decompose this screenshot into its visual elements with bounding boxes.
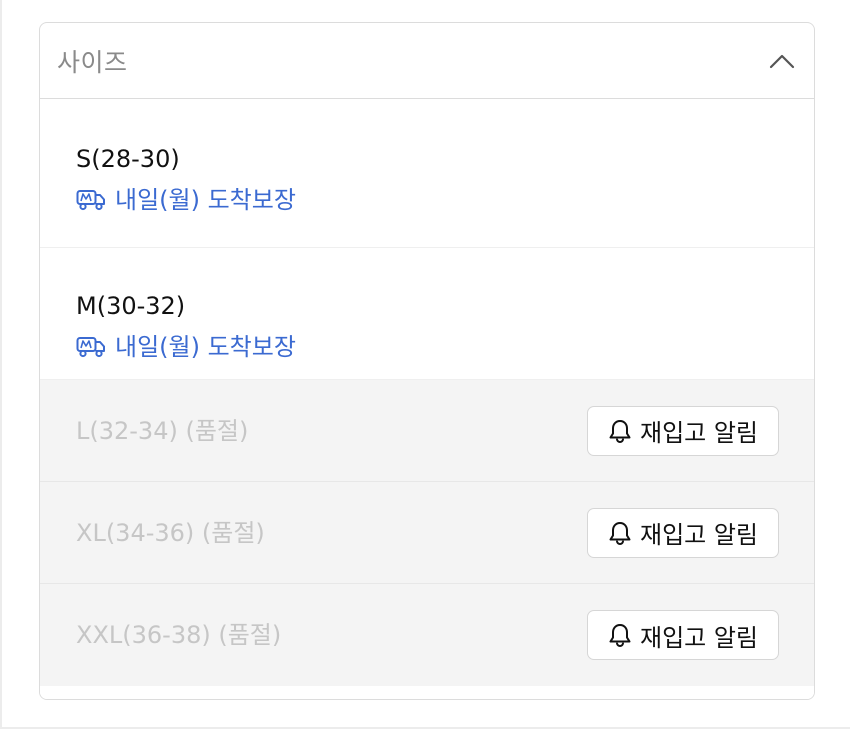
page-frame: 사이즈 S(28-30) 내일(월) 도착보장 M(30-32) 내일(월) 도… [0, 0, 850, 729]
size-option-xl: XL(34-36) (품절) 재입고 알림 [40, 482, 814, 584]
bell-icon [608, 418, 634, 444]
truck-icon [76, 335, 106, 359]
restock-alert-button[interactable]: 재입고 알림 [587, 507, 779, 558]
restock-alert-label: 재입고 알림 [639, 419, 759, 447]
size-option-m[interactable]: M(30-32) 내일(월) 도착보장 [40, 248, 814, 380]
size-dropdown-panel: 사이즈 S(28-30) 내일(월) 도착보장 M(30-32) 내일(월) 도… [39, 22, 815, 700]
size-option-xxl: XXL(36-38) (품절) 재입고 알림 [40, 584, 814, 686]
bell-icon [608, 520, 634, 546]
panel-bottom-spacer [40, 686, 814, 699]
delivery-text: 내일(월) 도착보장 [115, 186, 296, 214]
delivery-text: 내일(월) 도착보장 [115, 333, 296, 361]
size-dropdown-label: 사이즈 [57, 47, 128, 77]
size-option-l: L(32-34) (품절) 재입고 알림 [40, 380, 814, 482]
bell-icon [608, 622, 634, 648]
size-option-name: XL(34-36) (품절) [76, 518, 265, 547]
delivery-guarantee: 내일(월) 도착보장 [76, 333, 814, 361]
size-option-s[interactable]: S(28-30) 내일(월) 도착보장 [40, 99, 814, 248]
restock-alert-label: 재입고 알림 [639, 521, 759, 549]
restock-alert-button[interactable]: 재입고 알림 [587, 405, 779, 456]
restock-alert-button[interactable]: 재입고 알림 [587, 610, 779, 660]
restock-alert-label: 재입고 알림 [639, 623, 759, 652]
chevron-up-icon[interactable] [768, 47, 796, 75]
truck-icon [76, 188, 106, 212]
size-dropdown-header[interactable]: 사이즈 [40, 23, 814, 99]
size-option-name: M(30-32) [76, 292, 186, 320]
size-option-name: L(32-34) (품절) [76, 416, 249, 445]
delivery-guarantee: 내일(월) 도착보장 [76, 186, 814, 214]
size-option-name: S(28-30) [76, 145, 180, 173]
size-option-name: XXL(36-38) (품절) [76, 621, 282, 649]
